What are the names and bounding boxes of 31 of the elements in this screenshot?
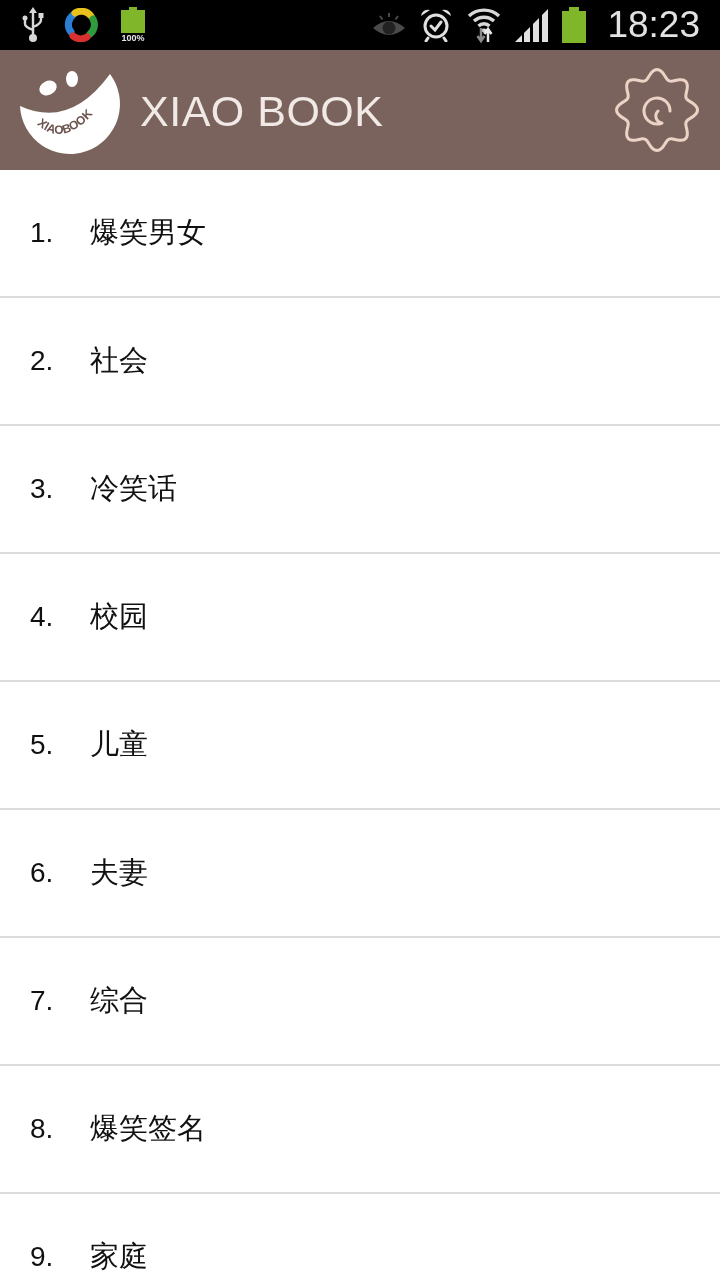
status-time: 18:23 <box>607 5 700 45</box>
wifi-icon <box>466 6 503 44</box>
battery-icon <box>121 7 145 33</box>
battery-icon <box>562 7 587 43</box>
item-number: 5. <box>30 729 55 761</box>
item-number: 2. <box>30 345 55 377</box>
settings-button[interactable] <box>614 67 700 153</box>
category-name: 家庭 <box>90 1238 148 1275</box>
category-name: 爆笑男女 <box>90 214 206 251</box>
category-name: 夫妻 <box>90 854 148 891</box>
usb-icon <box>22 7 44 43</box>
category-name: 社会 <box>90 342 148 379</box>
category-name: 儿童 <box>90 726 148 763</box>
item-number: 9. <box>30 1241 55 1273</box>
item-number: 3. <box>30 473 55 505</box>
category-name: 冷笑话 <box>90 470 177 507</box>
item-number: 7. <box>30 985 55 1017</box>
category-name: 校园 <box>90 598 148 635</box>
category-name: 爆笑签名 <box>90 1110 206 1147</box>
item-number: 1. <box>30 217 55 249</box>
app-title: XIAO BOOK <box>140 86 384 136</box>
segmented-ring-icon <box>64 8 98 42</box>
eye-icon <box>372 12 407 38</box>
battery-percent: 100% <box>120 33 146 43</box>
alarm-clock-icon <box>419 8 454 42</box>
item-number: 4. <box>30 601 55 633</box>
category-name: 综合 <box>90 982 148 1019</box>
settings-icon <box>614 67 700 153</box>
item-number: 6. <box>30 857 55 889</box>
item-number: 8. <box>30 1113 55 1145</box>
signal-icon <box>515 8 550 42</box>
